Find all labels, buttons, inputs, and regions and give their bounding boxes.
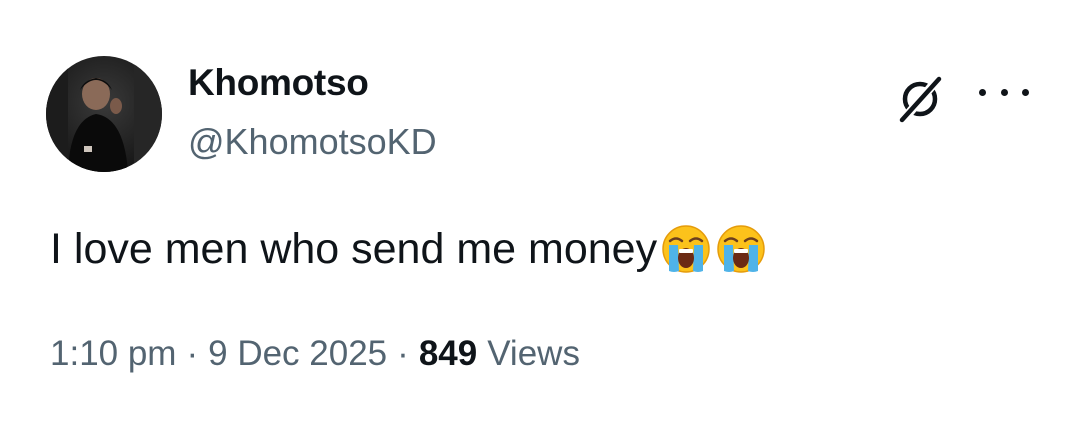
user-avatar-photo	[46, 56, 162, 172]
avatar[interactable]	[46, 56, 162, 172]
dot	[1000, 88, 1008, 96]
tweet-time-link[interactable]: 1:10 pm	[50, 334, 176, 374]
views-label[interactable]: Views	[487, 334, 580, 374]
grok-icon[interactable]	[895, 74, 945, 124]
meta-separator: ·	[397, 334, 409, 373]
display-name[interactable]: Khomotso	[188, 62, 369, 104]
username-handle[interactable]: @KhomotsoKD	[188, 121, 437, 163]
loudly-crying-face-icon	[715, 223, 767, 275]
views-count[interactable]: 849	[419, 334, 477, 374]
tweet-meta: 1:10 pm · 9 Dec 2025 · 849 Views	[50, 334, 580, 374]
tweet-text: I love men who send me money	[50, 223, 767, 275]
meta-separator: ·	[186, 334, 199, 373]
dot	[1022, 88, 1029, 96]
loudly-crying-face-icon	[660, 223, 712, 275]
dot	[979, 88, 986, 96]
tweet-date-link[interactable]: 9 Dec 2025	[208, 334, 387, 374]
tweet-body: I love men who send me money	[50, 225, 658, 273]
tweet-card: Khomotso @KhomotsoKD I love men who send…	[0, 0, 1080, 427]
more-options-icon[interactable]	[979, 80, 1029, 104]
